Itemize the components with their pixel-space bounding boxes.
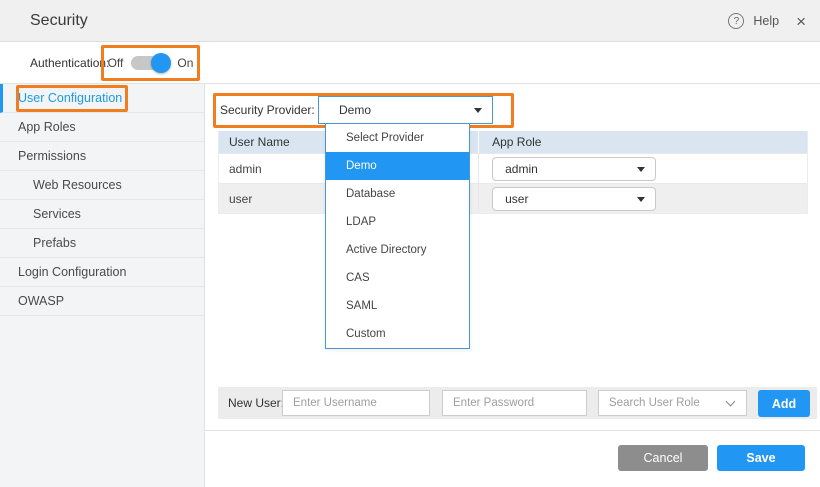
- toggle-knob: [151, 53, 171, 73]
- security-dialog: Security ? Help × Authentication: Off On…: [0, 0, 820, 487]
- user-configuration-panel: Security Provider: Demo Select Provider …: [205, 84, 820, 487]
- toggle-off-label: Off: [108, 56, 124, 70]
- table-row-user: user user: [219, 183, 807, 213]
- sidebar-item-owasp[interactable]: OWASP: [0, 287, 204, 316]
- annotation-box-authentication: Off On: [101, 45, 200, 81]
- sidebar-item-prefabs[interactable]: Prefabs: [0, 229, 204, 258]
- security-provider-select[interactable]: Demo: [318, 96, 493, 124]
- new-user-label: New User:: [228, 387, 284, 419]
- sidebar-item-web-resources[interactable]: Web Resources: [0, 171, 204, 200]
- dropdown-option-select-provider[interactable]: Select Provider: [326, 124, 469, 152]
- close-icon[interactable]: ×: [796, 13, 806, 30]
- sidebar-item-app-roles[interactable]: App Roles: [0, 113, 204, 142]
- user-role-search-select[interactable]: Search User Role: [598, 390, 747, 416]
- toggle-on-label: On: [177, 56, 193, 70]
- users-table-header: User Name App Role: [219, 131, 807, 153]
- app-role-value: admin: [505, 162, 538, 176]
- settings-sidebar: User Configuration App Roles Permissions…: [0, 84, 205, 487]
- dropdown-option-database[interactable]: Database: [326, 180, 469, 208]
- help-icon[interactable]: ?: [728, 13, 744, 29]
- security-provider-value: Demo: [339, 103, 371, 117]
- header-actions: ? Help ×: [728, 0, 806, 42]
- save-button[interactable]: Save: [717, 445, 805, 471]
- caret-down-icon: [637, 197, 645, 202]
- authentication-row: Authentication: Off On: [0, 42, 820, 84]
- dropdown-option-ldap[interactable]: LDAP: [326, 208, 469, 236]
- sidebar-item-permissions[interactable]: Permissions: [0, 142, 204, 171]
- dropdown-option-demo[interactable]: Demo: [326, 152, 469, 180]
- app-role-select-user[interactable]: user: [492, 187, 656, 211]
- table-row-admin: admin admin: [219, 153, 807, 183]
- user-role-placeholder: Search User Role: [609, 397, 700, 409]
- footer-divider: [205, 430, 820, 431]
- caret-down-icon: [637, 167, 645, 172]
- dropdown-option-saml[interactable]: SAML: [326, 292, 469, 320]
- users-table: User Name App Role admin admin user user: [218, 131, 808, 214]
- chevron-down-icon: [726, 397, 736, 407]
- add-user-button[interactable]: Add: [758, 390, 810, 417]
- page-title: Security: [30, 12, 88, 30]
- new-password-input[interactable]: [442, 390, 587, 416]
- app-role-select-admin[interactable]: admin: [492, 157, 656, 181]
- dropdown-option-custom[interactable]: Custom: [326, 320, 469, 348]
- sidebar-item-login-configuration[interactable]: Login Configuration: [0, 258, 204, 287]
- sidebar-item-services[interactable]: Services: [0, 200, 204, 229]
- authentication-toggle[interactable]: [131, 56, 169, 70]
- sidebar-item-user-configuration[interactable]: User Configuration: [0, 84, 204, 113]
- cancel-button[interactable]: Cancel: [618, 445, 708, 471]
- security-provider-dropdown: Select Provider Demo Database LDAP Activ…: [325, 123, 470, 349]
- authentication-label: Authentication:: [30, 42, 109, 84]
- column-header-app-role: App Role: [478, 131, 807, 153]
- dropdown-option-cas[interactable]: CAS: [326, 264, 469, 292]
- new-username-input[interactable]: [282, 390, 430, 416]
- caret-down-icon: [474, 108, 482, 113]
- dropdown-option-active-directory[interactable]: Active Directory: [326, 236, 469, 264]
- app-role-value: user: [505, 192, 528, 206]
- dialog-header: Security ? Help ×: [0, 0, 820, 42]
- security-provider-label: Security Provider:: [220, 93, 315, 128]
- help-link[interactable]: Help: [753, 14, 779, 28]
